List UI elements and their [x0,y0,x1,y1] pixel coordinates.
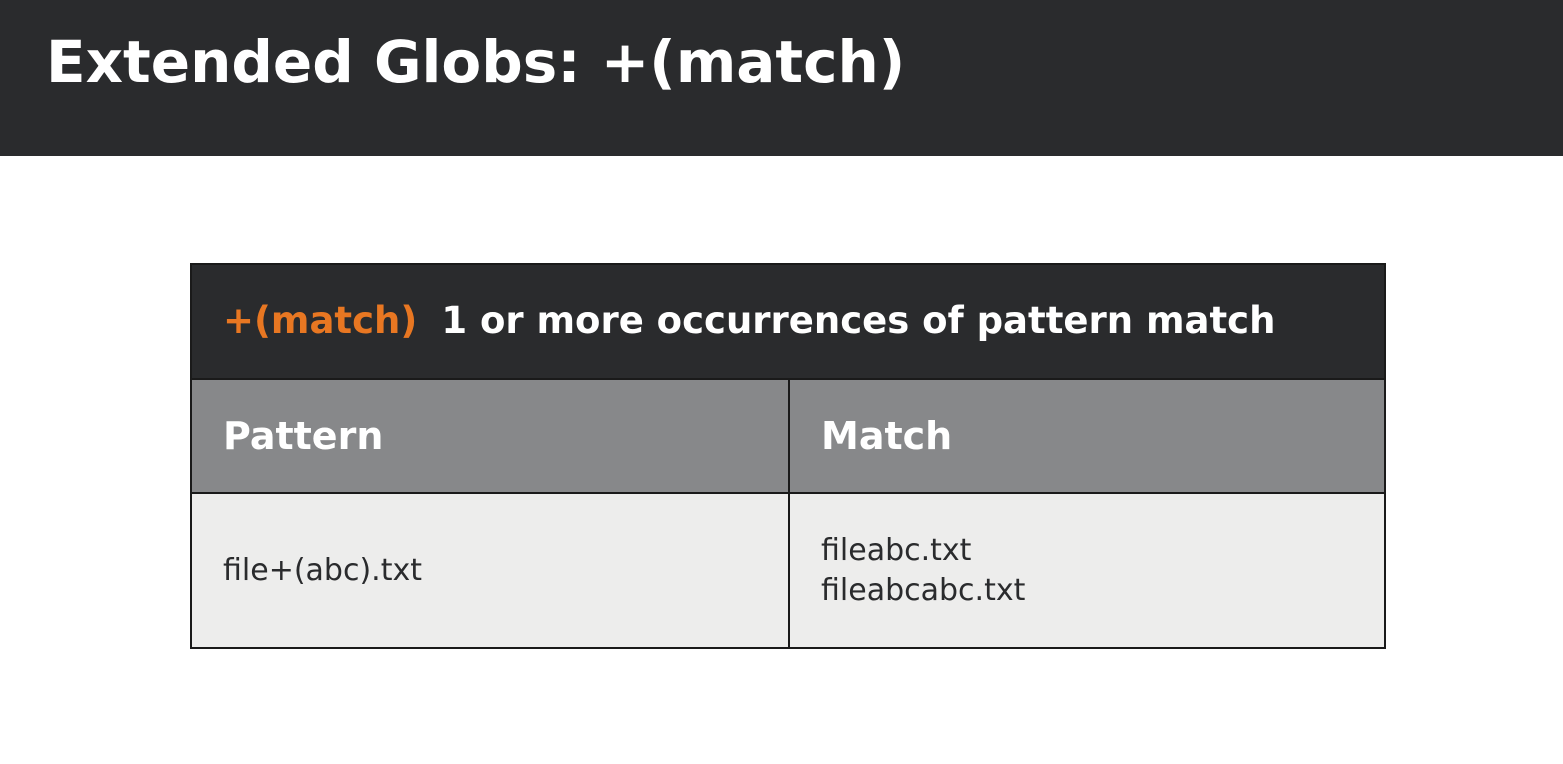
table-header: +(match) 1 or more occurrences of pattern… [192,265,1384,380]
column-header-match: Match [821,414,953,458]
match-value-2: fileabcabc.txt [821,572,1026,608]
table-row: file+(abc).txt fileabc.txt fileabcabc.tx… [192,494,1384,647]
pattern-value: file+(abc).txt [223,552,422,588]
glob-table: +(match) 1 or more occurrences of pattern… [190,263,1386,649]
slide-title: Extended Globs: +(match) [46,28,906,96]
pattern-cell: file+(abc).txt [223,494,422,647]
table-header-text: +(match) 1 or more occurrences of pattern… [223,295,1275,347]
match-cell: fileabc.txt fileabcabc.txt [821,494,1025,647]
slide: Extended Globs: +(match) +(match) 1 or mo… [0,0,1563,764]
header-operator: +(match) [223,299,418,342]
header-description: 1 or more occurrences of pattern match [441,299,1276,342]
match-value-1: fileabc.txt [821,532,972,568]
column-header-pattern: Pattern [223,414,384,458]
title-bar: Extended Globs: +(match) [0,0,1563,156]
